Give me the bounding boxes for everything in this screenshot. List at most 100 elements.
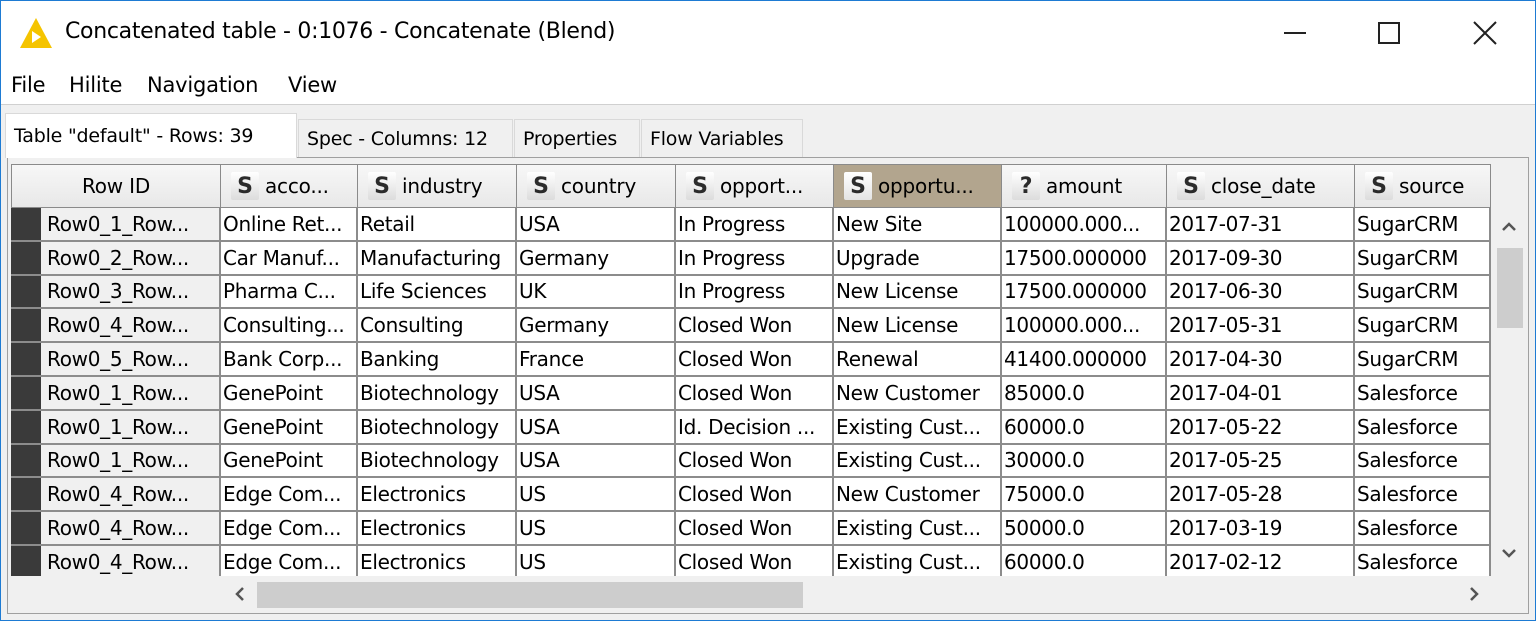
cell-account[interactable]: Car Manuf... [221,241,358,276]
cell-account[interactable]: Edge Com... [221,478,358,513]
cell-close-date[interactable]: 2017-07-31 [1167,208,1355,242]
cell-source[interactable]: Salesforce [1355,376,1491,411]
cell-amount[interactable]: 60000.0 [1002,410,1167,445]
table-row[interactable]: Row0_4_Row... Consulting... Consulting Germ… [11,309,1491,344]
menu-hilite[interactable]: Hilite [69,73,122,97]
scroll-up-button[interactable] [1493,214,1525,240]
cell-opportunity-type[interactable]: Upgrade [834,241,1002,276]
cell-industry[interactable]: Electronics [358,478,517,513]
header-industry[interactable]: S industry [358,164,517,208]
cell-industry[interactable]: Electronics [358,512,517,546]
header-opportunity-type[interactable]: S opportu... [834,164,1002,208]
table-row[interactable]: Row0_5_Row... Bank Corp... Banking France Cl… [11,343,1491,377]
cell-account[interactable]: Online Ret... [221,208,358,242]
cell-account[interactable]: GenePoint [221,376,358,411]
row-id-cell[interactable]: Row0_4_Row... [11,545,221,576]
table-row[interactable]: Row0_4_Row... Edge Com... Electronics US Clo… [11,478,1491,513]
cell-source[interactable]: SugarCRM [1355,208,1491,242]
header-source[interactable]: S source [1355,164,1491,208]
table-row[interactable]: Row0_1_Row... GenePoint Biotechnology USA Cl… [11,376,1491,411]
cell-opportunity-stage[interactable]: Closed Won [676,343,834,377]
scroll-left-button[interactable] [225,578,255,610]
row-id-cell[interactable]: Row0_4_Row... [11,478,221,513]
header-row-id[interactable]: Row ID [11,164,221,208]
cell-account[interactable]: GenePoint [221,410,358,445]
row-id-cell[interactable]: Row0_1_Row... [11,376,221,411]
cell-account[interactable]: Edge Com... [221,512,358,546]
cell-opportunity-type[interactable]: New Customer [834,376,1002,411]
header-account[interactable]: S acco... [221,164,358,208]
horizontal-scroll-thumb[interactable] [257,582,803,608]
cell-country[interactable]: Germany [517,241,676,276]
cell-country[interactable]: USA [517,208,676,242]
cell-country[interactable]: Germany [517,309,676,344]
cell-opportunity-stage[interactable]: Closed Won [676,376,834,411]
cell-close-date[interactable]: 2017-04-30 [1167,343,1355,377]
cell-close-date[interactable]: 2017-06-30 [1167,275,1355,310]
cell-amount[interactable]: 100000.000... [1002,208,1167,242]
cell-close-date[interactable]: 2017-05-25 [1167,444,1355,479]
row-id-cell[interactable]: Row0_1_Row... [11,208,221,242]
cell-source[interactable]: SugarCRM [1355,309,1491,344]
cell-opportunity-stage[interactable]: In Progress [676,208,834,242]
cell-source[interactable]: SugarCRM [1355,241,1491,276]
cell-industry[interactable]: Electronics [358,545,517,576]
minimize-button[interactable] [1247,1,1343,65]
cell-industry[interactable]: Biotechnology [358,376,517,411]
cell-amount[interactable]: 60000.0 [1002,545,1167,576]
cell-close-date[interactable]: 2017-05-22 [1167,410,1355,445]
cell-country[interactable]: US [517,478,676,513]
scroll-down-button[interactable] [1493,540,1525,566]
cell-source[interactable]: SugarCRM [1355,343,1491,377]
tab-properties[interactable]: Properties [514,119,640,157]
header-close-date[interactable]: S close_date [1167,164,1355,208]
header-country[interactable]: S country [517,164,676,208]
cell-opportunity-type[interactable]: New License [834,309,1002,344]
cell-opportunity-stage[interactable]: Closed Won [676,512,834,546]
cell-close-date[interactable]: 2017-05-28 [1167,478,1355,513]
header-opportunity-stage[interactable]: S opport... [676,164,834,208]
menu-file[interactable]: File [11,73,46,97]
cell-close-date[interactable]: 2017-02-12 [1167,545,1355,576]
cell-industry[interactable]: Life Sciences [358,275,517,310]
cell-opportunity-type[interactable]: Existing Cust... [834,444,1002,479]
row-id-cell[interactable]: Row0_3_Row... [11,275,221,310]
menu-navigation[interactable]: Navigation [147,73,258,97]
close-button[interactable] [1437,1,1533,65]
cell-close-date[interactable]: 2017-05-31 [1167,309,1355,344]
table-row[interactable]: Row0_3_Row... Pharma C... Life Sciences UK I… [11,275,1491,310]
cell-opportunity-stage[interactable]: Closed Won [676,444,834,479]
row-id-cell[interactable]: Row0_5_Row... [11,343,221,377]
cell-source[interactable]: Salesforce [1355,478,1491,513]
cell-country[interactable]: USA [517,376,676,411]
menu-view[interactable]: View [288,73,337,97]
cell-amount[interactable]: 75000.0 [1002,478,1167,513]
cell-country[interactable]: France [517,343,676,377]
table-row[interactable]: Row0_1_Row... Online Ret... Retail USA In Pr… [11,208,1491,242]
vertical-scroll-thumb[interactable] [1497,248,1523,328]
table-row[interactable]: Row0_4_Row... Edge Com... Electronics US Clo… [11,545,1491,576]
cell-amount[interactable]: 17500.000000 [1002,241,1167,276]
cell-amount[interactable]: 41400.000000 [1002,343,1167,377]
cell-opportunity-type[interactable]: New License [834,275,1002,310]
row-id-cell[interactable]: Row0_1_Row... [11,444,221,479]
cell-country[interactable]: US [517,512,676,546]
table-row[interactable]: Row0_1_Row... GenePoint Biotechnology USA Id… [11,410,1491,445]
cell-opportunity-type[interactable]: Existing Cust... [834,512,1002,546]
cell-country[interactable]: US [517,545,676,576]
cell-industry[interactable]: Biotechnology [358,444,517,479]
cell-account[interactable]: Consulting... [221,309,358,344]
cell-source[interactable]: Salesforce [1355,410,1491,445]
maximize-button[interactable] [1341,1,1437,65]
cell-opportunity-stage[interactable]: In Progress [676,275,834,310]
cell-close-date[interactable]: 2017-03-19 [1167,512,1355,546]
tab-table-default[interactable]: Table "default" - Rows: 39 [5,113,297,158]
cell-country[interactable]: USA [517,410,676,445]
title-bar[interactable]: Concatenated table - 0:1076 - Concatenat… [1,1,1535,65]
cell-account[interactable]: Pharma C... [221,275,358,310]
scroll-right-button[interactable] [1459,578,1489,610]
horizontal-scrollbar[interactable] [11,578,1491,610]
cell-opportunity-type[interactable]: New Customer [834,478,1002,513]
vertical-scrollbar[interactable] [1493,208,1525,576]
row-id-cell[interactable]: Row0_4_Row... [11,309,221,344]
